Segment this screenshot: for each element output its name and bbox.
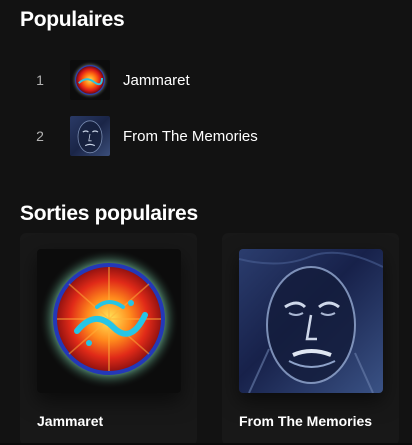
track-number: 1	[36, 72, 44, 88]
popular-track-list: 1 Jammaret 2 From The Memories	[20, 56, 400, 168]
track-row[interactable]: 2 From The Memories	[20, 112, 400, 160]
releases-section-title: Sorties populaires	[20, 202, 198, 225]
track-row[interactable]: 1 Jammaret	[20, 56, 400, 104]
track-cover-from-the-memories	[70, 116, 110, 156]
track-title: Jammaret	[123, 71, 190, 89]
releases-card-row: Jammaret From The Memories	[20, 233, 400, 445]
release-cover-from-the-memories	[239, 249, 383, 393]
release-title: Jammaret	[37, 413, 104, 429]
release-title: From The Memories	[239, 413, 373, 429]
artist-page: Populaires 1 Jammaret 2 From The Memorie…	[0, 0, 412, 445]
release-cover-jammaret	[37, 249, 181, 393]
track-title: From The Memories	[123, 127, 258, 145]
release-card[interactable]: Jammaret	[20, 233, 197, 445]
track-cover-jammaret	[70, 60, 110, 100]
track-number: 2	[36, 128, 44, 144]
release-card[interactable]: From The Memories	[222, 233, 399, 445]
popular-section-title: Populaires	[20, 8, 125, 31]
